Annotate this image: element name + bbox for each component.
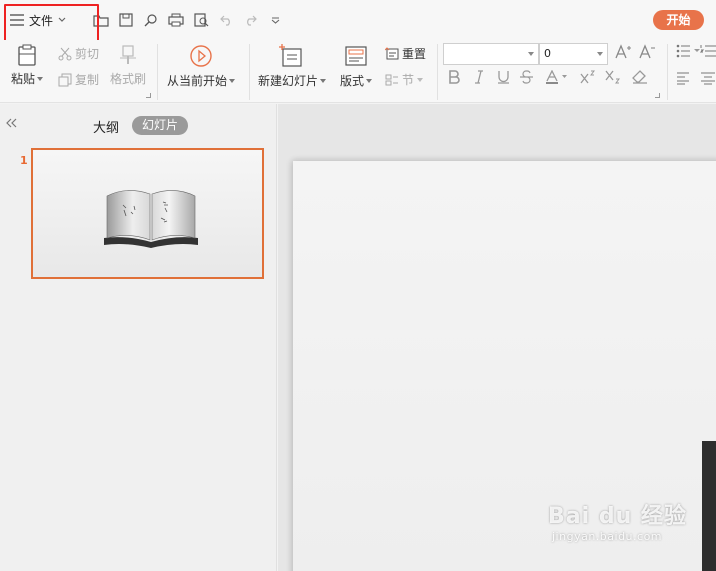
bullet-list-button[interactable]	[676, 44, 702, 58]
layout-icon	[345, 46, 367, 66]
italic-button[interactable]	[474, 70, 484, 88]
search-icon	[144, 14, 157, 27]
section-icon	[385, 74, 398, 85]
chevron-down-icon	[366, 78, 373, 83]
increase-font-button[interactable]	[614, 43, 632, 61]
superscript-icon	[580, 70, 595, 84]
paste-icon	[18, 44, 36, 66]
watermark-brand: Bai du 经验	[548, 504, 687, 529]
book-image-edge	[702, 441, 716, 571]
font-size-combo[interactable]: 0	[539, 43, 608, 65]
bold-icon	[449, 70, 460, 84]
reset-icon	[385, 46, 399, 59]
numbered-list-icon	[700, 45, 716, 57]
undo-button[interactable]	[218, 10, 234, 30]
layout-button[interactable]: 版式	[340, 44, 373, 89]
slide-thumbnail[interactable]	[31, 148, 264, 279]
strikethrough-icon	[520, 70, 533, 84]
subscript-button[interactable]	[605, 70, 621, 88]
align-left-button[interactable]	[676, 71, 690, 85]
paste-label: 粘贴	[11, 72, 36, 86]
font-decrease-icon	[639, 44, 655, 59]
layout-label: 版式	[340, 74, 365, 88]
ribbon-separator	[249, 44, 250, 100]
format-painter-button[interactable]: 格式刷	[110, 44, 146, 87]
search-button[interactable]	[142, 10, 160, 30]
double-chevron-left-icon	[6, 118, 17, 128]
dropdown-arrow-icon	[271, 16, 279, 24]
undo-icon	[219, 15, 230, 26]
font-increase-icon	[615, 44, 631, 59]
chevron-down-icon	[229, 78, 236, 83]
chevron-down-icon	[320, 78, 327, 83]
font-name-combo[interactable]	[443, 43, 539, 65]
scissors-icon	[58, 47, 72, 60]
superscript-button[interactable]	[580, 70, 596, 88]
tab-slides[interactable]: 幻灯片	[132, 116, 188, 135]
underline-icon	[498, 71, 509, 84]
new-slide-button[interactable]: 新建幻灯片	[258, 44, 327, 89]
customize-toolbar-button[interactable]	[268, 10, 282, 30]
format-painter-label: 格式刷	[110, 72, 147, 86]
collapse-panel-button[interactable]	[6, 116, 18, 132]
reset-button[interactable]: 重置	[385, 45, 426, 62]
save-button[interactable]	[117, 10, 135, 30]
decrease-font-button[interactable]	[638, 43, 656, 61]
chevron-down-icon	[528, 52, 534, 56]
copy-icon	[58, 73, 72, 86]
clear-format-button[interactable]	[632, 70, 648, 88]
ribbon-separator	[437, 44, 438, 100]
bullet-list-icon	[676, 44, 700, 58]
clipboard-group-launcher[interactable]	[146, 93, 151, 98]
slide-panel: 大纲 幻灯片 1	[0, 104, 277, 571]
start-tab-button[interactable]: 开始	[653, 10, 704, 30]
tab-outline[interactable]: 大纲	[93, 117, 119, 136]
print-button[interactable]	[166, 10, 186, 30]
align-center-icon	[701, 72, 715, 85]
new-slide-label: 新建幻灯片	[258, 74, 319, 88]
font-group-launcher[interactable]	[655, 93, 660, 98]
numbered-list-button[interactable]	[700, 44, 716, 58]
align-center-button[interactable]	[700, 71, 716, 85]
redo-button[interactable]	[242, 10, 258, 30]
format-painter-icon	[120, 45, 136, 64]
play-icon	[190, 45, 212, 67]
copy-button[interactable]: 复制	[58, 71, 99, 88]
play-from-current-button[interactable]: 从当前开始	[167, 44, 236, 89]
play-from-current-label: 从当前开始	[167, 74, 228, 88]
chevron-down-icon	[597, 52, 603, 56]
section-button[interactable]: 节	[385, 71, 424, 88]
chevron-down-icon	[37, 76, 44, 81]
font-size-value: 0	[544, 47, 551, 60]
bold-button[interactable]	[448, 70, 461, 88]
save-icon	[119, 13, 133, 27]
ribbon-separator	[667, 44, 668, 100]
reset-label: 重置	[402, 47, 427, 61]
redo-icon	[246, 15, 257, 26]
eraser-icon	[632, 70, 647, 84]
underline-button[interactable]	[497, 70, 510, 88]
new-slide-icon	[279, 44, 302, 67]
slide-number: 1	[20, 154, 28, 167]
font-color-icon	[546, 69, 567, 84]
print-preview-icon	[193, 13, 208, 27]
align-left-icon	[677, 72, 689, 85]
quick-access-toolbar: 文件 开始	[0, 0, 716, 40]
italic-icon	[475, 70, 483, 84]
watermark-url: jingyan.baidu.com	[552, 530, 663, 543]
print-preview-button[interactable]	[192, 10, 210, 30]
cut-label: 剪切	[75, 47, 100, 61]
cut-button[interactable]: 剪切	[58, 45, 99, 62]
book-image	[104, 190, 198, 248]
strikethrough-button[interactable]	[520, 70, 533, 88]
chevron-down-icon	[417, 77, 424, 82]
printer-icon	[168, 13, 184, 27]
subscript-icon	[605, 70, 620, 84]
copy-label: 复制	[75, 73, 100, 87]
font-color-button[interactable]	[546, 69, 568, 88]
ribbon-separator	[157, 44, 158, 100]
section-label: 节	[402, 73, 415, 87]
ribbon: 粘贴 剪切 复制 格式刷 从当前开始 新建幻灯片 版式 重置 节 0	[0, 40, 716, 103]
paste-button[interactable]: 粘贴	[11, 44, 44, 87]
